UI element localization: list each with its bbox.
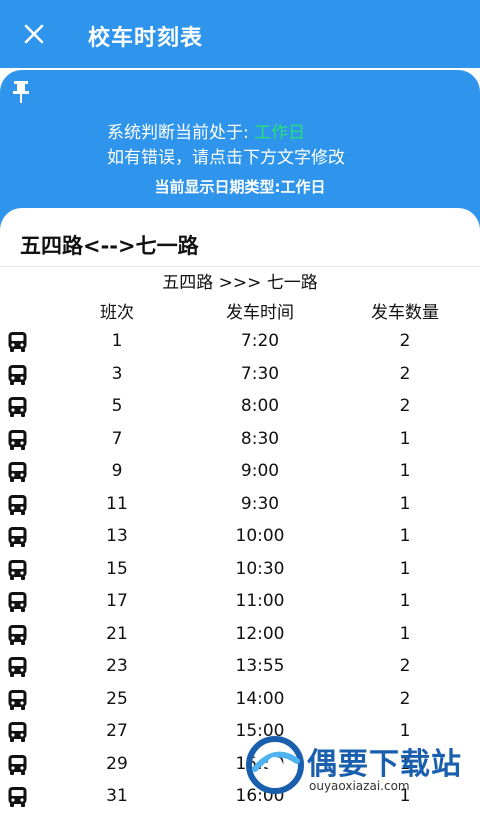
bus-icon (7, 526, 28, 548)
bus-icon (7, 786, 28, 808)
departure-time: 8:00 (240, 396, 280, 416)
status-value: 工作日 (254, 123, 306, 143)
bus-icon (7, 754, 28, 776)
bus-icon (7, 429, 28, 451)
departure-count: 2 (399, 396, 411, 416)
route-title: 五四路<-->七一路 (20, 234, 199, 258)
departure-time: 13:55 (235, 656, 285, 676)
departure-count: 1 (399, 461, 411, 481)
run-number: 21 (106, 623, 128, 644)
run-number: 1 (111, 331, 123, 351)
departure-count: 2 (399, 656, 411, 676)
departure-count: 2 (399, 331, 411, 351)
bus-icon (7, 559, 28, 581)
watermark-logo-icon (246, 736, 304, 794)
departure-count: 1 (399, 591, 411, 611)
pin-button[interactable] (10, 80, 32, 104)
run-number: 25 (106, 688, 128, 709)
column-header-time: 发车时间 (226, 303, 294, 323)
watermark-url: ouyaoxiazai.com (309, 779, 410, 793)
departure-count: 2 (399, 688, 411, 709)
table-row: 23 13:55 2 (0, 650, 480, 683)
table-row: 13 10:00 1 (0, 520, 480, 553)
edit-hint-link[interactable]: 如有错误，请点击下方文字修改 (107, 143, 345, 168)
table-row: 17 11:00 1 (0, 585, 480, 618)
bus-icon (7, 461, 28, 483)
table-row: 11 9:30 1 (0, 488, 480, 521)
column-header-count: 发车数量 (371, 303, 439, 323)
bus-icon (7, 624, 28, 646)
run-number: 11 (106, 493, 128, 514)
bus-icon (7, 689, 28, 711)
watermark-name: 偶要下载站 (307, 747, 462, 782)
pin-icon (13, 81, 29, 103)
departure-count: 1 (399, 623, 411, 644)
run-number: 15 (106, 558, 128, 579)
run-number: 27 (106, 721, 128, 741)
table-row: 1 7:20 2 (0, 325, 480, 358)
run-number: 9 (111, 461, 123, 481)
table-row: 15 10:30 1 (0, 553, 480, 586)
run-number: 13 (106, 526, 128, 546)
departure-time: 7:30 (240, 363, 280, 384)
departure-time: 7:20 (240, 331, 280, 351)
table-row: 25 14:00 2 (0, 683, 480, 716)
departure-count: 2 (399, 363, 411, 384)
run-number: 3 (111, 363, 123, 384)
run-number: 29 (106, 753, 128, 774)
date-type-label[interactable]: 当前显示日期类型:工作日 (0, 176, 480, 197)
departure-count: 1 (399, 428, 411, 449)
bus-icon (7, 364, 28, 386)
watermark: 偶要下载站 ouyaoxiazai.com (245, 735, 480, 800)
departure-time: 11:00 (235, 591, 285, 611)
bus-icon (7, 396, 28, 418)
page-title: 校车时刻表 (88, 26, 204, 51)
column-header-run: 班次 (100, 303, 134, 323)
status-line: 系统判断当前处于: 工作日 (107, 118, 305, 143)
departure-time: 10:30 (235, 558, 285, 579)
divider (0, 266, 480, 267)
run-number: 17 (106, 591, 128, 611)
route-panel: 五四路<-->七一路 五四路 >>> 七一路 班次 发车时间 发车数量 1 7:2… (0, 208, 480, 808)
table-row: 21 12:00 1 (0, 618, 480, 651)
bus-icon (7, 494, 28, 516)
run-number: 7 (111, 428, 123, 449)
run-number: 5 (111, 396, 123, 416)
route-direction: 五四路 >>> 七一路 (162, 273, 318, 293)
status-prefix: 系统判断当前处于: (107, 123, 255, 143)
departure-time: 9:30 (240, 493, 280, 514)
table-row: 9 9:00 1 (0, 455, 480, 488)
close-icon (24, 24, 44, 44)
table-header: 班次 发车时间 发车数量 (0, 298, 480, 324)
bus-icon (7, 721, 28, 743)
close-button[interactable] (18, 18, 50, 50)
departure-time: 12:00 (235, 623, 285, 644)
bus-icon (7, 331, 28, 353)
table-row: 5 8:00 2 (0, 390, 480, 423)
table-row: 3 7:30 2 (0, 358, 480, 391)
departure-time: 9:00 (240, 461, 280, 481)
departure-count: 1 (399, 558, 411, 579)
table-row: 7 8:30 1 (0, 423, 480, 456)
departure-time: 8:30 (240, 428, 280, 449)
bus-icon (7, 591, 28, 613)
app-bar: 校车时刻表 (0, 0, 480, 68)
departure-count: 1 (399, 493, 411, 514)
departure-time: 14:00 (235, 688, 285, 709)
run-number: 31 (106, 786, 128, 806)
bus-icon (7, 656, 28, 678)
departure-count: 1 (399, 526, 411, 546)
departure-time: 10:00 (235, 526, 285, 546)
run-number: 23 (106, 656, 128, 676)
